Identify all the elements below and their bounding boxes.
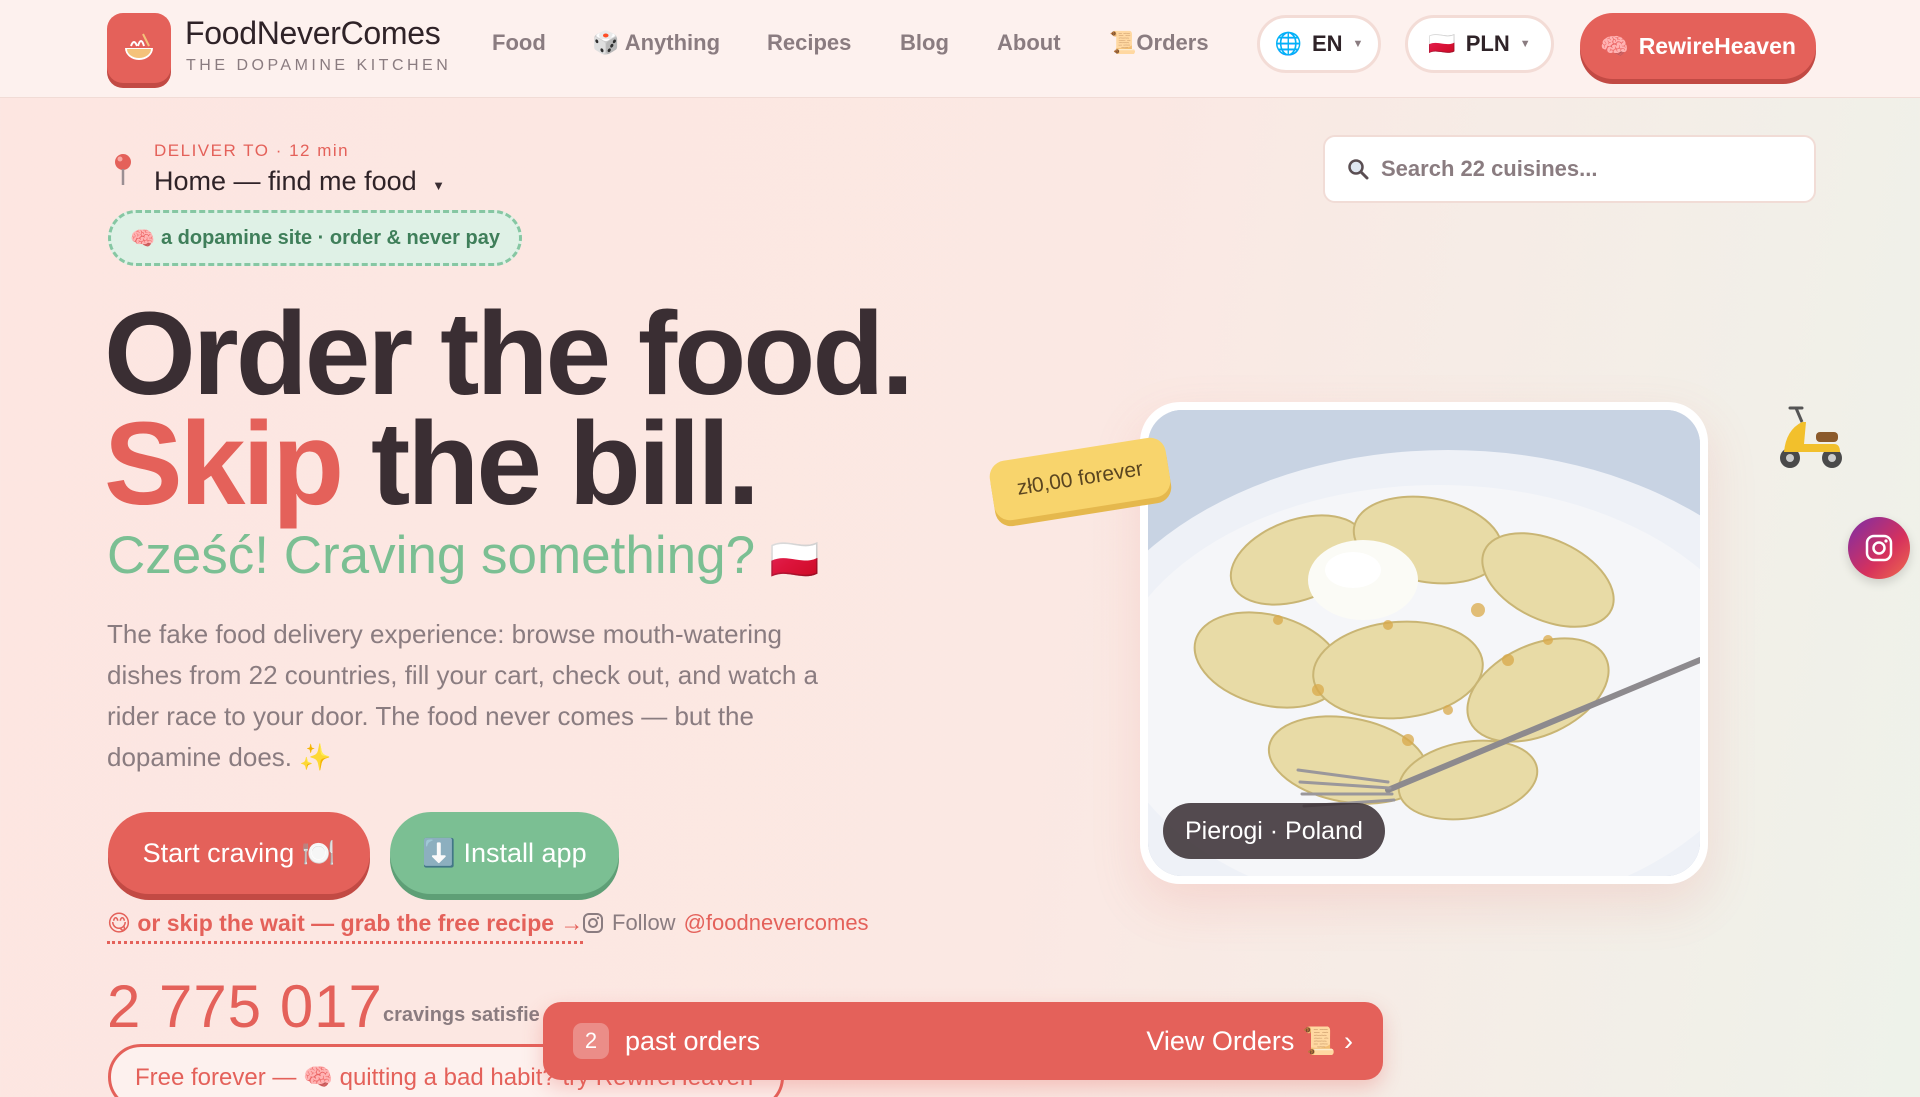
instagram-icon [583, 913, 603, 933]
nav-link-label: About [997, 30, 1061, 55]
instagram-icon [1865, 534, 1893, 562]
instagram-floating-button[interactable] [1848, 517, 1910, 579]
hero-description: The fake food delivery experience: brows… [107, 619, 819, 772]
orders-count-badge: 2 [573, 1023, 609, 1059]
nav-link-orders[interactable]: 📜Orders [1109, 30, 1209, 56]
delivery-address: Home — find me food [154, 166, 417, 196]
nav-link-food[interactable]: Food [492, 30, 546, 56]
globe-icon: 🌐 [1274, 31, 1302, 56]
rewireheaven-button[interactable]: 🧠 RewireHeaven [1580, 13, 1816, 79]
brand-name[interactable]: FoodNeverComes [185, 15, 441, 52]
cravings-counter-label: cravings satisfie [383, 1004, 540, 1026]
poland-flag-icon: 🇵🇱 [769, 538, 820, 582]
view-orders-link[interactable]: View Orders 📜 › [1146, 1025, 1353, 1057]
follow-handle: @foodnevercomes [683, 910, 869, 935]
start-craving-button[interactable]: Start craving 🍽️ [108, 812, 370, 894]
ramen-bowl-icon [125, 33, 153, 60]
chevron-down-icon: ▼ [1352, 38, 1364, 50]
rewireheaven-label: RewireHeaven [1638, 32, 1796, 59]
cravings-counter: 2 775 017 [107, 973, 383, 1040]
map-pin-icon [115, 154, 131, 185]
tagline-badge: 🧠 a dopamine site · order & never pay [108, 210, 522, 266]
headline-rest: the bill. [341, 398, 760, 530]
poland-flag-icon: 🇵🇱 [1428, 31, 1456, 56]
nav-link-label: Recipes [767, 30, 852, 55]
nav-link-anything[interactable]: 🎲 Anything [592, 30, 720, 56]
nav-link-label: Food [492, 30, 546, 55]
start-craving-label: Start craving 🍽️ [142, 838, 336, 868]
install-app-button[interactable]: ⬇️ Install app [390, 812, 619, 894]
greeting-text: Cześć! Craving something? [107, 526, 756, 585]
nav-link-label: Blog [900, 30, 949, 55]
chevron-right-icon: › [1344, 1025, 1353, 1056]
language-selector[interactable]: 🌐 EN ▼ [1257, 15, 1381, 73]
instagram-follow-link[interactable]: Follow @foodnevercomes [582, 910, 869, 936]
headline-skip: Skip [104, 398, 344, 530]
brain-icon: 🧠 [1600, 32, 1629, 59]
top-nav: FoodNeverComes THE DOPAMINE KITCHEN Food… [0, 0, 1920, 98]
language-label: EN [1311, 31, 1343, 56]
install-app-label: ⬇️ Install app [422, 838, 587, 868]
chevron-down-icon: ▼ [432, 178, 446, 193]
nav-link-about[interactable]: About [997, 30, 1061, 56]
brain-icon: 🧠 [130, 227, 155, 250]
brand-tagline: THE DOPAMINE KITCHEN [186, 57, 452, 74]
scroll-icon: 📜 [1302, 1026, 1336, 1056]
search-icon [1348, 159, 1369, 180]
delivery-address-selector[interactable]: Home — find me food ▼ [154, 166, 445, 197]
dish-caption: Pierogi · Poland [1163, 803, 1385, 859]
greeting: Cześć! Craving something? 🇵🇱 [107, 525, 820, 586]
past-orders-bar[interactable]: 2 past orders View Orders 📜 › [543, 1002, 1383, 1080]
headline-line-1: Order the food. [104, 288, 914, 420]
search-input[interactable] [1381, 156, 1781, 182]
logo[interactable] [107, 13, 171, 83]
follow-label: Follow [612, 910, 676, 935]
deliver-label: DELIVER TO · 12 min [154, 141, 350, 160]
view-orders-label: View Orders [1146, 1025, 1295, 1056]
scooter-icon [1780, 406, 1842, 468]
chevron-down-icon: ▼ [1519, 38, 1531, 50]
currency-selector[interactable]: 🇵🇱 PLN ▼ [1405, 15, 1554, 73]
past-orders-label: past orders [625, 1025, 761, 1056]
nav-link-label: Anything [624, 30, 721, 55]
nav-link-recipes[interactable]: Recipes [767, 30, 851, 56]
tagline-text: a dopamine site · order & never pay [160, 226, 500, 249]
dice-icon: 🎲 [592, 30, 620, 55]
search-bar[interactable] [1323, 135, 1816, 203]
nav-link-blog[interactable]: Blog [900, 30, 949, 56]
scroll-icon: 📜 [1109, 30, 1137, 55]
free-recipe-link[interactable]: 😋 or skip the wait — grab the free recip… [107, 910, 584, 944]
currency-label: PLN [1465, 31, 1510, 56]
nav-link-label: Orders [1136, 30, 1209, 55]
headline-line-2: Skip the bill. [104, 405, 760, 523]
